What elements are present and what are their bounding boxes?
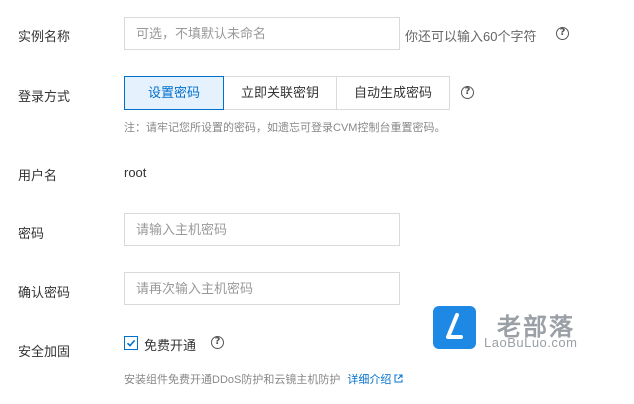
help-icon[interactable]: ? <box>461 86 474 99</box>
help-icon[interactable]: ? <box>211 336 224 349</box>
instance-name-label: 实例名称 <box>18 29 71 44</box>
instance-name-input[interactable]: 可选，不填默认未命名 <box>124 17 400 50</box>
login-method-segmented-control: 设置密码 立即关联密钥 自动生成密码 <box>124 76 450 110</box>
instance-name-char-hint: 你还可以输入60个字符 <box>405 29 537 44</box>
free-enable-checkbox[interactable] <box>124 336 138 350</box>
help-icon[interactable]: ? <box>556 27 569 40</box>
security-note-text: 安装组件免费开通DDoS防护和云镜主机防护 <box>124 374 341 386</box>
external-link-icon <box>394 374 403 383</box>
security-note: 安装组件免费开通DDoS防护和云镜主机防护 详细介绍 <box>124 371 403 387</box>
watermark-logo-icon <box>433 306 476 349</box>
confirm-password-label: 确认密码 <box>18 285 71 300</box>
password-label: 密码 <box>18 226 45 241</box>
security-label: 安全加固 <box>18 344 71 359</box>
associate-key-option[interactable]: 立即关联密钥 <box>224 76 337 110</box>
watermark-subtitle: LaoBuLuo.com <box>484 335 578 350</box>
username-value: root <box>124 165 147 180</box>
password-input[interactable]: 请输入主机密码 <box>124 213 400 246</box>
set-password-option[interactable]: 设置密码 <box>124 76 224 110</box>
checkmark-icon <box>126 339 136 347</box>
free-enable-label[interactable]: 免费开通 <box>144 335 196 354</box>
username-label: 用户名 <box>18 168 58 183</box>
password-reminder-note: 注：请牢记您所设置的密码，如遗忘可登录CVM控制台重置密码。 <box>124 122 446 134</box>
auto-generate-password-option[interactable]: 自动生成密码 <box>337 76 450 110</box>
login-method-label: 登录方式 <box>18 89 71 104</box>
confirm-password-input[interactable]: 请再次输入主机密码 <box>124 272 400 305</box>
details-link[interactable]: 详细介绍 <box>347 374 391 386</box>
